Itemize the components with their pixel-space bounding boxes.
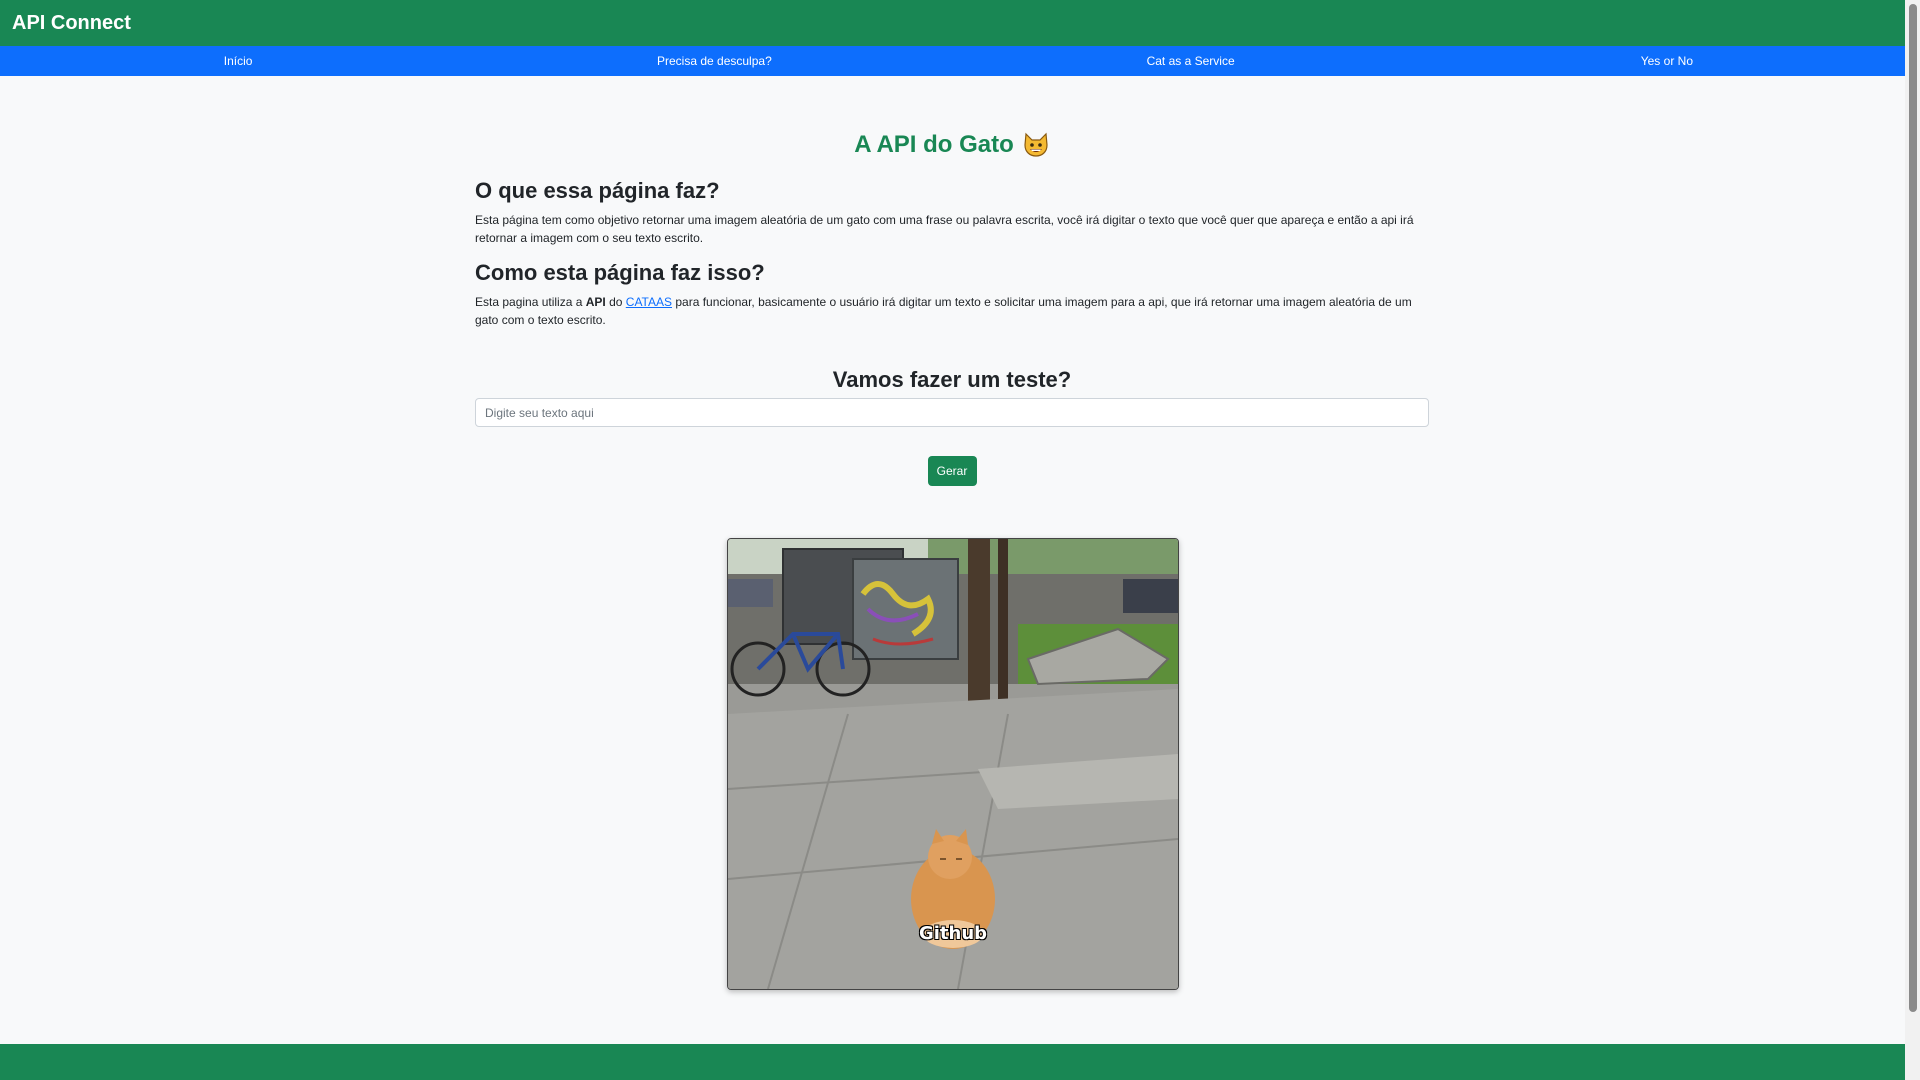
- footer-bar: [0, 1044, 1905, 1080]
- how-text-before: Esta pagina utiliza a: [475, 295, 586, 309]
- cat-photo-illustration: [728, 539, 1178, 989]
- section-heading-what: O que essa página faz?: [475, 178, 720, 203]
- api-bold-text: API: [585, 295, 606, 309]
- section-text-what: Esta página tem como objetivo retornar u…: [475, 213, 1414, 245]
- section-text-how: Esta pagina utiliza a API do CATAAS para…: [475, 293, 1429, 329]
- page-title-row: A API do Gato: [475, 129, 1429, 161]
- main-content: A API do Gato O que essa página faz? Est…: [475, 76, 1429, 486]
- grinning-cat-icon: [1022, 131, 1050, 159]
- test-heading: Vamos fazer um teste?: [832, 367, 1072, 392]
- scrollbar-thumb[interactable]: [1909, 4, 1917, 1012]
- main-nav: Início Precisa de desculpa? Cat as a Ser…: [0, 46, 1905, 76]
- gerar-button[interactable]: Gerar: [927, 456, 977, 486]
- nav-item-precisa-de-desculpa[interactable]: Precisa de desculpa?: [476, 54, 952, 68]
- image-caption: Github: [918, 923, 988, 944]
- nav-item-inicio[interactable]: Início: [0, 54, 476, 68]
- section-heading-how: Como esta página faz isso?: [475, 260, 765, 285]
- how-text-do: do: [605, 295, 626, 309]
- nav-item-yes-or-no[interactable]: Yes or No: [1429, 54, 1905, 68]
- nav-item-cat-as-a-service[interactable]: Cat as a Service: [953, 54, 1429, 68]
- cataas-link[interactable]: CATAAS: [626, 295, 672, 309]
- generated-cat-image: Github: [727, 538, 1179, 990]
- button-row: Gerar: [475, 456, 1429, 486]
- page-scrollbar[interactable]: [1905, 0, 1920, 1080]
- brand-logo-text[interactable]: API Connect: [12, 12, 131, 35]
- page-title: A API do Gato: [854, 131, 1014, 158]
- text-input[interactable]: [475, 398, 1429, 427]
- top-header: API Connect: [0, 0, 1905, 46]
